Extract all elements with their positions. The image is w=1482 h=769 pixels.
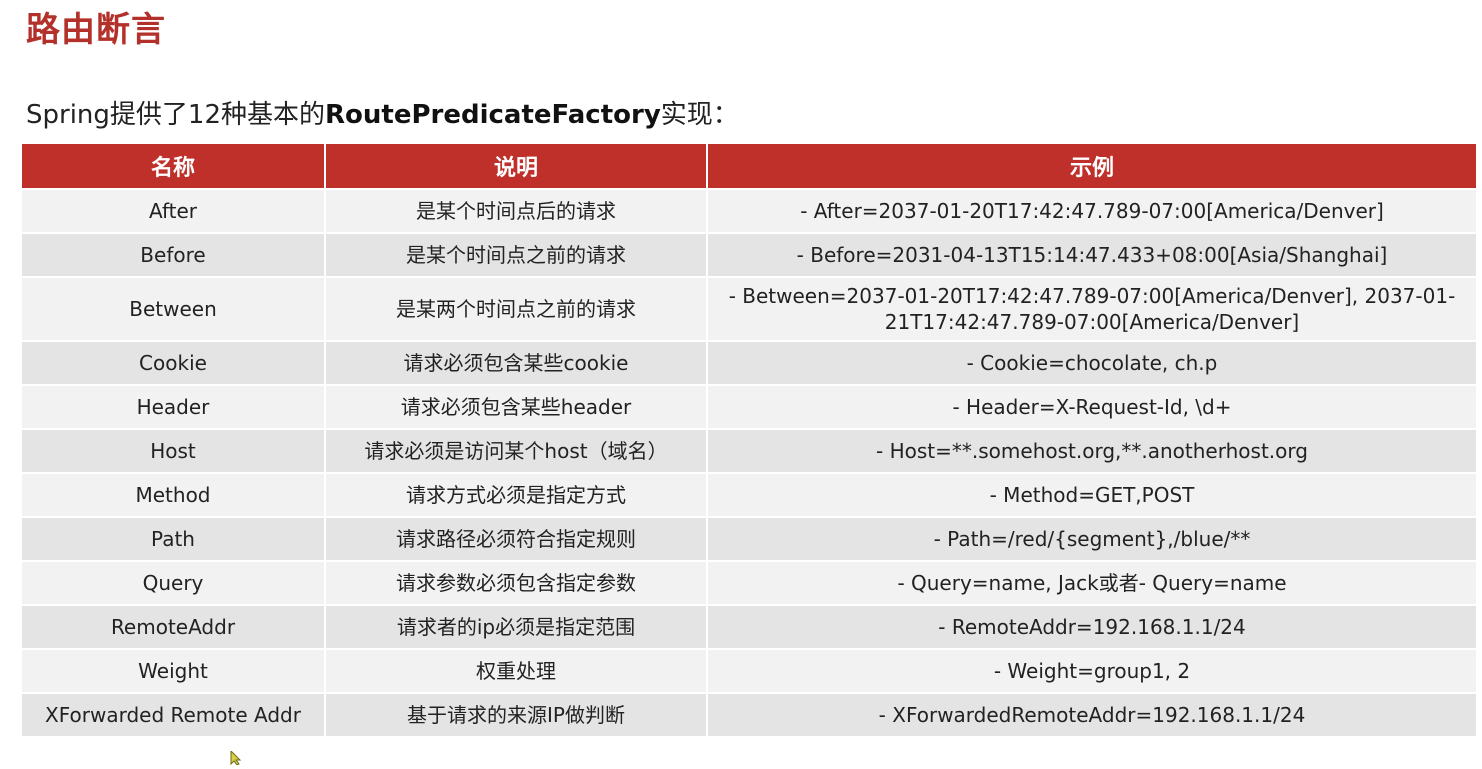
cell-name: Host (22, 428, 326, 473)
header-name: 名称 (22, 144, 326, 189)
intro-bold: RoutePredicateFactory (325, 100, 661, 130)
table-row: Between 是某两个时间点之前的请求 - Between=2037-01-2… (22, 276, 1476, 341)
table-row: Method 请求方式必须是指定方式 - Method=GET,POST (22, 472, 1476, 517)
table-header-row: 名称 说明 示例 (22, 144, 1476, 189)
cell-name: Query (22, 560, 326, 605)
mouse-pointer-icon (230, 749, 246, 766)
cell-name: Before (22, 232, 326, 277)
cell-name: Cookie (22, 340, 326, 385)
cell-example: - Path=/red/{segment},/blue/** (707, 516, 1476, 561)
table-row: Query 请求参数必须包含指定参数 - Query=name, Jack或者-… (22, 560, 1476, 605)
cell-name: Weight (22, 648, 326, 693)
header-description: 说明 (325, 144, 708, 189)
cell-description: 请求必须包含某些header (325, 384, 708, 429)
cell-example: - Before=2031-04-13T15:14:47.433+08:00[A… (707, 232, 1476, 277)
table-row: Path 请求路径必须符合指定规则 - Path=/red/{segment},… (22, 516, 1476, 561)
predicate-table: 名称 说明 示例 After 是某个时间点后的请求 - After=2037-0… (22, 144, 1476, 736)
cell-example: - Weight=group1, 2 (707, 648, 1476, 693)
table-row: Host 请求必须是访问某个host（域名） - Host=**.somehos… (22, 428, 1476, 473)
cell-description: 请求参数必须包含指定参数 (325, 560, 708, 605)
cell-description: 请求必须是访问某个host（域名） (325, 428, 708, 473)
cell-name: Path (22, 516, 326, 561)
table-row: Before 是某个时间点之前的请求 - Before=2031-04-13T1… (22, 232, 1476, 277)
cell-description: 基于请求的来源IP做判断 (325, 692, 708, 736)
cell-description: 是某个时间点之前的请求 (325, 232, 708, 277)
cell-description: 请求方式必须是指定方式 (325, 472, 708, 517)
cell-description: 权重处理 (325, 648, 708, 693)
cell-example: - Between=2037-01-20T17:42:47.789-07:00[… (707, 276, 1476, 341)
cell-example: - XForwardedRemoteAddr=192.168.1.1/24 (707, 692, 1476, 736)
cell-example: - Host=**.somehost.org,**.anotherhost.or… (707, 428, 1476, 473)
table-row: Weight 权重处理 - Weight=group1, 2 (22, 648, 1476, 693)
cell-example: - Query=name, Jack或者- Query=name (707, 560, 1476, 605)
cell-name: Between (22, 276, 326, 341)
cell-description: 请求必须包含某些cookie (325, 340, 708, 385)
cell-example: - Cookie=chocolate, ch.p (707, 340, 1476, 385)
cell-description: 是某个时间点后的请求 (325, 188, 708, 233)
cell-example: - Method=GET,POST (707, 472, 1476, 517)
table-row: After 是某个时间点后的请求 - After=2037-01-20T17:4… (22, 188, 1476, 233)
table-row: Header 请求必须包含某些header - Header=X-Request… (22, 384, 1476, 429)
cell-name: Header (22, 384, 326, 429)
intro-text: Spring提供了12种基本的RoutePredicateFactory实现： (26, 94, 739, 131)
cell-name: After (22, 188, 326, 233)
cell-example: - RemoteAddr=192.168.1.1/24 (707, 604, 1476, 649)
cell-name: XForwarded Remote Addr (22, 692, 326, 736)
intro-prefix: Spring提供了12种基本的 (26, 100, 325, 130)
cell-example: - Header=X-Request-Id, \d+ (707, 384, 1476, 429)
header-example: 示例 (707, 144, 1476, 189)
cell-name: Method (22, 472, 326, 517)
table-row: RemoteAddr 请求者的ip必须是指定范围 - RemoteAddr=19… (22, 604, 1476, 649)
cell-example: - After=2037-01-20T17:42:47.789-07:00[Am… (707, 188, 1476, 233)
cell-description: 请求者的ip必须是指定范围 (325, 604, 708, 649)
table-row: Cookie 请求必须包含某些cookie - Cookie=chocolate… (22, 340, 1476, 385)
table-row: XForwarded Remote Addr 基于请求的来源IP做判断 - XF… (22, 692, 1476, 736)
cell-description: 是某两个时间点之前的请求 (325, 276, 708, 341)
cell-description: 请求路径必须符合指定规则 (325, 516, 708, 561)
cell-name: RemoteAddr (22, 604, 326, 649)
page-title: 路由断言 (26, 10, 166, 50)
intro-suffix: 实现： (660, 100, 739, 130)
